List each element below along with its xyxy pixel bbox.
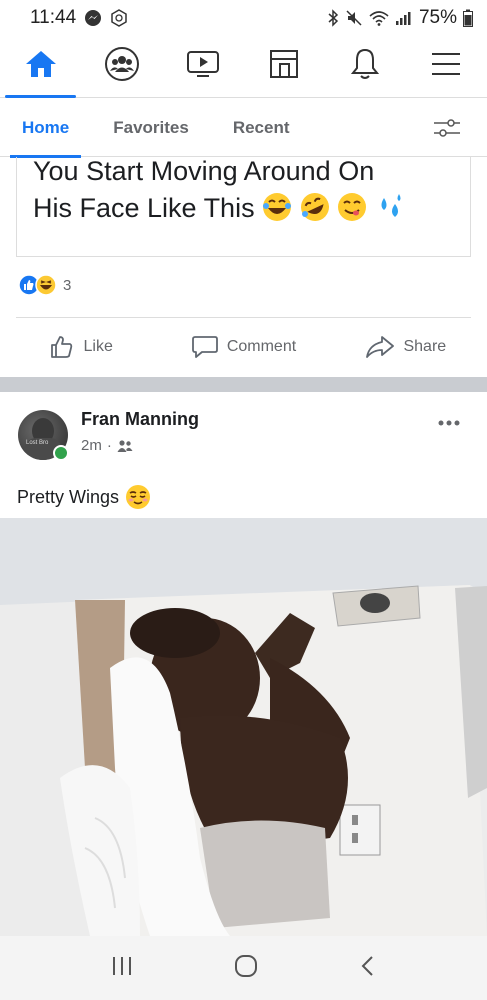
nav-marketplace[interactable] bbox=[244, 36, 325, 97]
home-icon bbox=[24, 48, 58, 85]
share-icon bbox=[366, 336, 395, 358]
menu-icon bbox=[430, 51, 462, 82]
nav-watch[interactable] bbox=[162, 36, 243, 97]
system-home-icon bbox=[234, 954, 257, 977]
share-button[interactable]: Share bbox=[325, 318, 487, 376]
back-button[interactable] bbox=[358, 954, 378, 983]
comment-label: Comment bbox=[226, 338, 297, 355]
relieved-emoji-icon bbox=[126, 485, 151, 509]
battery-level: 75% bbox=[418, 7, 457, 28]
top-nav bbox=[0, 36, 487, 98]
nav-groups[interactable] bbox=[81, 36, 162, 97]
system-nav-bar bbox=[0, 936, 487, 1000]
like-label: Like bbox=[83, 338, 113, 355]
post-text: Pretty Wings bbox=[17, 484, 151, 510]
yum-emoji-icon bbox=[338, 193, 367, 221]
joy-emoji-icon bbox=[263, 193, 292, 221]
friends-audience-icon bbox=[117, 439, 133, 452]
meta-separator-dot: · bbox=[106, 437, 112, 454]
post-caption: Pretty Wings bbox=[17, 486, 120, 507]
post-photo[interactable] bbox=[0, 518, 487, 936]
sweat-droplets-icon bbox=[381, 194, 401, 217]
status-bar: 11:44 75% bbox=[0, 0, 487, 36]
rofl-emoji-icon bbox=[300, 193, 329, 221]
avatar-caption: Lost Bro bbox=[26, 440, 49, 446]
post-author[interactable]: Fran Manning bbox=[81, 409, 199, 430]
notifications-icon bbox=[349, 47, 381, 86]
post-actions: Like Comment Share bbox=[0, 318, 487, 376]
comment-button[interactable]: Comment bbox=[162, 318, 324, 376]
messenger-icon bbox=[84, 9, 102, 27]
marketplace-icon bbox=[268, 48, 300, 85]
more-options-icon bbox=[438, 420, 460, 426]
home-system-button[interactable] bbox=[233, 953, 259, 984]
post-time[interactable]: 2m bbox=[81, 437, 102, 454]
online-status-dot bbox=[53, 445, 69, 461]
post-meta: 2m · bbox=[81, 437, 133, 454]
tab-recent[interactable]: Recent bbox=[233, 99, 290, 157]
recent-apps-button[interactable] bbox=[110, 955, 134, 982]
mute-icon bbox=[345, 9, 363, 27]
post-header: Lost Bro Fran Manning 2m · bbox=[0, 392, 487, 470]
reaction-count: 3 bbox=[63, 276, 72, 294]
thumbs-up-icon bbox=[51, 336, 73, 358]
shared-post-line-1: You Start Moving Around On bbox=[33, 156, 375, 186]
like-button[interactable]: Like bbox=[0, 318, 162, 376]
nav-notifications[interactable] bbox=[325, 36, 406, 97]
bluetooth-icon bbox=[327, 9, 339, 27]
shared-post-text: You Start Moving Around On His Face Like… bbox=[33, 153, 454, 227]
watch-icon bbox=[185, 48, 221, 85]
comment-icon bbox=[191, 336, 218, 358]
post-options-button[interactable] bbox=[437, 410, 461, 433]
filter-icon[interactable] bbox=[433, 116, 461, 145]
feed-tabs: Home Favorites Recent bbox=[0, 99, 487, 158]
back-icon bbox=[361, 955, 373, 976]
signal-icon bbox=[395, 10, 413, 26]
nav-menu[interactable] bbox=[406, 36, 487, 97]
tab-home[interactable]: Home bbox=[9, 99, 82, 158]
reactions-summary[interactable]: 3 bbox=[18, 274, 71, 296]
feed-separator bbox=[0, 377, 487, 392]
groups-icon bbox=[104, 46, 140, 87]
shared-post-line-2: His Face Like This bbox=[33, 193, 255, 223]
nav-home[interactable] bbox=[0, 36, 81, 98]
battery-icon bbox=[463, 9, 473, 27]
haha-reaction-icon bbox=[35, 274, 57, 296]
share-label: Share bbox=[403, 338, 447, 355]
shared-post-card[interactable]: You Start Moving Around On His Face Like… bbox=[16, 156, 471, 257]
vpn-icon bbox=[110, 9, 128, 27]
post-photo-image bbox=[0, 518, 487, 936]
tab-favorites[interactable]: Favorites bbox=[113, 99, 189, 157]
status-time: 11:44 bbox=[30, 7, 77, 28]
wifi-icon bbox=[369, 10, 389, 26]
recent-apps-icon bbox=[112, 956, 131, 975]
